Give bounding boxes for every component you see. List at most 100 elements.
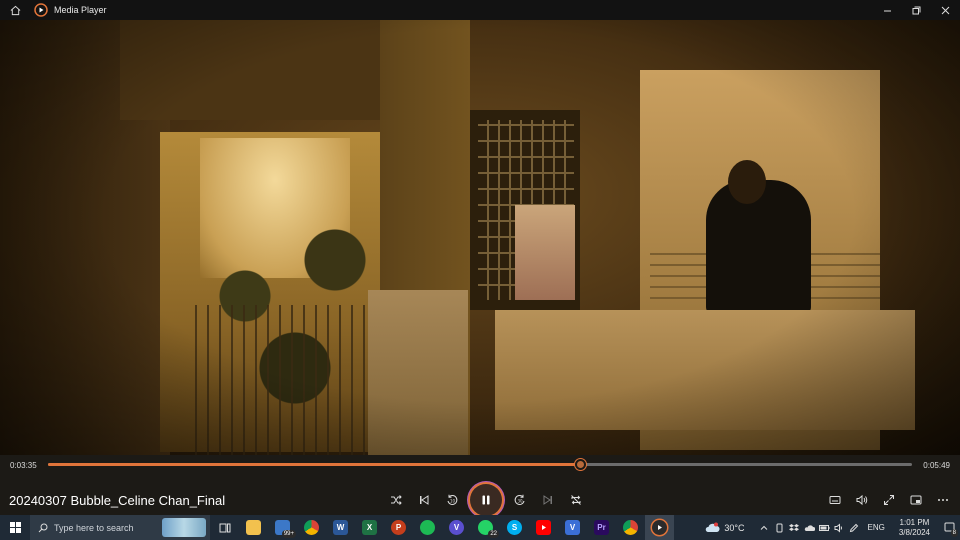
chrome-icon: [304, 520, 319, 535]
skip-back-10-icon: 10: [447, 494, 458, 505]
clock-date: 3/8/2024: [898, 527, 930, 537]
mini-player-icon: [910, 495, 921, 505]
fullscreen-button[interactable]: [875, 486, 902, 514]
mail-badge: 99+: [281, 530, 296, 538]
taskbar-vegas[interactable]: V: [558, 515, 587, 540]
title-bar: Media Player: [0, 0, 960, 20]
premiere-icon: Pr: [594, 520, 609, 535]
shuffle-button[interactable]: [382, 486, 410, 514]
start-button[interactable]: [0, 515, 30, 540]
task-view-icon: [219, 523, 230, 532]
whatsapp-badge: 22: [488, 530, 499, 538]
skip-back-button[interactable]: 10: [438, 486, 466, 514]
repeat-button[interactable]: [562, 486, 590, 514]
restore-icon: [912, 6, 921, 14]
close-button[interactable]: [931, 0, 960, 20]
next-button[interactable]: [534, 486, 562, 514]
volume-button[interactable]: [848, 486, 875, 514]
app-title: Media Player: [54, 5, 107, 15]
taskbar-premiere[interactable]: Pr: [587, 515, 616, 540]
mini-player-button[interactable]: [902, 486, 929, 514]
captions-button[interactable]: [821, 486, 848, 514]
tray-battery[interactable]: [817, 515, 832, 540]
home-button[interactable]: [0, 0, 30, 20]
restore-button[interactable]: [902, 0, 931, 20]
tray-phone-link[interactable]: [772, 515, 787, 540]
search-icon: [38, 523, 48, 532]
previous-button[interactable]: [410, 486, 438, 514]
taskbar-word[interactable]: W: [326, 515, 355, 540]
taskbar-powerpoint[interactable]: P: [384, 515, 413, 540]
playback-controls: 0:03:35 0:05:49 20240307 Bubble_Celine C…: [0, 455, 960, 516]
show-hidden-icons-button[interactable]: [757, 515, 772, 540]
tray-onedrive[interactable]: [802, 515, 817, 540]
dropbox-icon: [789, 523, 800, 531]
windows-logo-icon: [9, 522, 21, 533]
notifications-button[interactable]: 8: [938, 515, 960, 540]
home-icon: [10, 5, 20, 15]
volume-icon: [856, 494, 867, 506]
taskbar-chrome-2[interactable]: [616, 515, 645, 540]
tray-pen[interactable]: [847, 515, 862, 540]
taskbar-skype[interactable]: S: [500, 515, 529, 540]
taskbar-vpn[interactable]: V: [442, 515, 471, 540]
seek-thumb[interactable]: [575, 459, 587, 470]
repeat-off-icon: [571, 495, 581, 505]
seek-bar-fill: [48, 463, 581, 466]
phone-icon: [776, 523, 783, 532]
previous-icon: [420, 495, 429, 505]
clock-time: 1:01 PM: [899, 517, 930, 527]
more-options-button[interactable]: [929, 486, 956, 514]
cloud-icon: [706, 522, 720, 532]
minimize-button[interactable]: [873, 0, 902, 20]
weather-widget[interactable]: 30°C: [704, 522, 745, 533]
tray-dropbox[interactable]: [787, 515, 802, 540]
taskbar-chrome[interactable]: [297, 515, 326, 540]
media-player-icon: [652, 520, 667, 535]
clock[interactable]: 1:01 PM 3/8/2024: [899, 518, 930, 538]
chevron-up-icon: [760, 525, 768, 530]
next-icon: [543, 495, 552, 505]
video-vignette: [0, 20, 960, 455]
media-title: 20240307 Bubble_Celine Chan_Final: [9, 493, 226, 508]
taskbar-youtube[interactable]: [529, 515, 558, 540]
youtube-icon: [536, 520, 551, 535]
pause-icon: [482, 495, 490, 505]
word-icon: W: [333, 520, 348, 535]
taskbar-excel[interactable]: X: [355, 515, 384, 540]
skip-forward-30-icon: 30: [514, 494, 525, 505]
pause-button[interactable]: [470, 484, 502, 516]
taskbar-mail[interactable]: 99+: [268, 515, 297, 540]
svg-text:30: 30: [518, 499, 524, 504]
duration: 0:05:49: [923, 461, 950, 470]
task-view-button[interactable]: [210, 515, 239, 540]
close-icon: [941, 6, 950, 14]
fullscreen-icon: [883, 495, 894, 505]
video-frame[interactable]: [0, 20, 960, 455]
pen-icon: [849, 523, 859, 532]
skip-forward-button[interactable]: 30: [506, 486, 534, 514]
speaker-icon: [834, 522, 843, 533]
folder-icon: [246, 520, 261, 535]
taskbar-search[interactable]: Type here to search: [30, 515, 210, 540]
notification-count: 8: [950, 529, 958, 537]
skype-icon: S: [507, 520, 522, 535]
taskbar-whatsapp[interactable]: 22: [471, 515, 500, 540]
language-indicator[interactable]: ENG: [868, 523, 885, 532]
spotify-icon: [420, 520, 435, 535]
minimize-icon: [884, 10, 891, 11]
seek-bar[interactable]: [48, 459, 912, 470]
taskbar-file-explorer[interactable]: [239, 515, 268, 540]
taskbar-spotify[interactable]: [413, 515, 442, 540]
onedrive-icon: [804, 524, 815, 531]
tray-volume[interactable]: [832, 515, 847, 540]
captions-icon: [829, 496, 840, 504]
current-time: 0:03:35: [10, 461, 37, 470]
more-icon: [937, 499, 948, 501]
taskbar-media-player[interactable]: [645, 515, 674, 540]
powerpoint-icon: P: [391, 520, 406, 535]
svg-text:10: 10: [450, 499, 456, 504]
excel-icon: X: [362, 520, 377, 535]
weather-temp: 30°C: [724, 522, 745, 533]
vpn-icon: V: [449, 520, 464, 535]
